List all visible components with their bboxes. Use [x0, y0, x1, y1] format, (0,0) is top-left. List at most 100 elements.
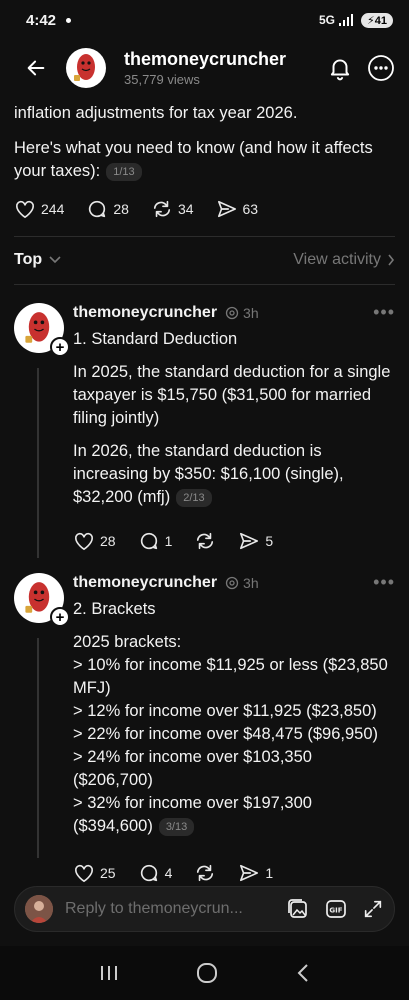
like-count: 25 [100, 865, 116, 881]
back-button[interactable] [16, 48, 56, 88]
bracket-line: > 22% for income over $48,475 ($96,950) [73, 725, 378, 743]
sort-label: Top [14, 251, 43, 268]
send-icon [217, 200, 236, 218]
main-post-body: Here's what you need to know (and how it… [14, 137, 399, 183]
signal-icon [339, 14, 354, 26]
reply-meta: 3h [225, 575, 259, 591]
sort-dropdown[interactable]: Top [14, 251, 62, 269]
view-activity-label: View activity [293, 251, 381, 268]
send-icon [240, 532, 259, 550]
network-label: 5G [319, 13, 336, 27]
battery-icon: ⚡41 [361, 12, 393, 28]
like-button[interactable]: 25 [73, 863, 116, 883]
more-options-icon[interactable] [367, 54, 395, 82]
repost-icon [153, 200, 171, 218]
share-button[interactable]: 5 [238, 531, 273, 551]
comment-count: 4 [164, 865, 173, 881]
repost-button[interactable] [194, 863, 216, 883]
chevron-right-icon [388, 254, 395, 266]
post-pager: 1/13 [106, 162, 142, 181]
reply-paragraph: In 2026, the standard deduction is incre… [73, 440, 395, 509]
gallery-icon[interactable] [286, 897, 310, 921]
comment-count: 1 [164, 533, 173, 549]
system-back-icon[interactable] [296, 963, 310, 983]
heart-icon [75, 864, 93, 883]
main-post-actions: 244 28 34 63 [14, 198, 280, 220]
status-indicators: 5G ⚡41 [319, 12, 393, 28]
bracket-line-wrap: > 32% for income over $197,300 ($394,600… [73, 792, 395, 838]
comment-icon [140, 864, 157, 882]
reply-composer[interactable]: Reply to themoneycrun... GIF [14, 886, 395, 932]
more-options-icon[interactable]: ••• [373, 302, 395, 323]
repost-icon [197, 864, 214, 882]
comment-count: 28 [113, 201, 129, 217]
comment-button[interactable]: 4 [138, 862, 173, 884]
bell-icon[interactable] [327, 55, 353, 81]
svg-text:GIF: GIF [329, 907, 342, 915]
potato-mascot-icon [74, 54, 95, 81]
sort-row: Top View activity [14, 246, 395, 274]
back-arrow-icon [27, 60, 45, 76]
reply-paragraph: In 2025, the standard deduction for a si… [73, 363, 391, 427]
like-button[interactable]: 244 [14, 199, 64, 219]
reply-title: 1. Standard Deduction [73, 330, 238, 348]
send-icon [240, 864, 259, 882]
comment-button[interactable]: 28 [86, 198, 129, 220]
thread-line [37, 638, 39, 858]
reply-input[interactable]: Reply to themoneycrun... [65, 900, 286, 918]
chevron-down-icon [49, 256, 61, 264]
home-icon[interactable] [196, 962, 218, 984]
follow-plus-icon[interactable]: + [50, 607, 70, 627]
repost-button[interactable]: 34 [151, 199, 194, 219]
bracket-line: > 24% for income over $103,350 ($206,700… [73, 748, 312, 789]
header-username[interactable]: themoneycruncher [124, 49, 286, 70]
thread-line [37, 368, 39, 558]
view-activity-link[interactable]: View activity [293, 251, 395, 269]
reply-time: 3h [243, 304, 259, 321]
profile-avatar[interactable] [66, 48, 106, 88]
reply-username[interactable]: themoneycruncher [73, 304, 217, 322]
recent-apps-icon[interactable] [99, 964, 119, 982]
reply-username[interactable]: themoneycruncher [73, 574, 217, 592]
reply-actions: 25 4 1 [73, 862, 295, 884]
reply-avatar[interactable]: + [14, 573, 70, 627]
reply-header: themoneycruncher 3h ••• [73, 572, 395, 593]
expand-icon[interactable] [362, 898, 384, 920]
reply-body: 1. Standard Deduction In 2025, the stand… [73, 328, 395, 519]
repost-button[interactable] [194, 531, 216, 551]
reply-time: 3h [243, 574, 259, 591]
like-button[interactable]: 28 [73, 531, 116, 551]
reply-avatar[interactable]: + [14, 303, 70, 357]
share-count: 1 [265, 865, 274, 881]
user-avatar [25, 895, 53, 923]
ai-badge-icon [225, 306, 239, 319]
system-nav-bar [0, 946, 409, 1000]
reply-actions: 28 1 5 [73, 530, 295, 552]
header-views: 35,779 views [124, 72, 200, 87]
bracket-line: > 12% for income over $11,925 ($23,850) [73, 702, 377, 720]
heart-icon [75, 532, 93, 551]
repost-icon [197, 532, 214, 550]
divider [14, 284, 395, 285]
battery-level: 41 [374, 14, 387, 27]
main-post-line2: Here's what you need to know (and how it… [14, 139, 373, 180]
main-post-line1: inflation adjustments for tax year 2026. [14, 104, 298, 122]
reply-meta: 3h [225, 305, 259, 321]
like-count: 244 [41, 201, 65, 217]
post-pager: 3/13 [158, 817, 195, 836]
bracket-line: > 10% for income $11,925 or less ($23,85… [73, 656, 388, 697]
follow-plus-icon[interactable]: + [50, 337, 70, 357]
gif-icon[interactable]: GIF [324, 897, 348, 921]
heart-icon [16, 200, 34, 219]
divider [14, 236, 395, 237]
more-options-icon[interactable]: ••• [373, 572, 395, 593]
share-button[interactable]: 63 [216, 199, 258, 219]
status-time: 4:42 [26, 11, 57, 29]
comment-icon [89, 200, 106, 218]
comment-button[interactable]: 1 [138, 530, 173, 552]
app-header: themoneycruncher 35,779 views [0, 40, 409, 96]
status-bar: 4:42 5G ⚡41 [0, 0, 409, 40]
share-button[interactable]: 1 [238, 863, 273, 883]
reply-title: 2. Brackets [73, 600, 156, 618]
brackets-intro: 2025 brackets: [73, 633, 182, 651]
